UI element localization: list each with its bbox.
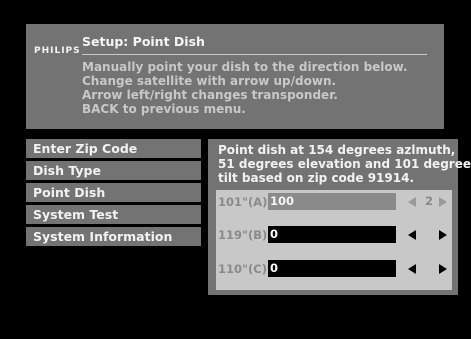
satellite-label: 101"(A) — [218, 195, 268, 209]
instructions: Manually point your dish to the directio… — [82, 60, 432, 116]
right-triangle-icon[interactable] — [439, 197, 447, 207]
satellite-row-b[interactable]: 119"(B) 0 — [216, 226, 452, 244]
left-triangle-icon[interactable] — [408, 197, 416, 207]
satellite-list: 101"(A) 100 2 119"(B) 0 110"(C) 0 — [216, 190, 452, 290]
satellite-label: 110"(C) — [218, 262, 267, 276]
satellite-row-a[interactable]: 101"(A) 100 2 — [216, 193, 452, 211]
instruction-line: Arrow left/right changes transponder. — [82, 88, 338, 102]
menu-item-system-test[interactable]: System Test — [26, 205, 201, 224]
signal-strength-field[interactable]: 100 — [268, 193, 396, 210]
instruction-line: BACK to previous menu. — [82, 102, 246, 116]
setup-menu: Enter Zip Code Dish Type Point Dish Syst… — [26, 139, 201, 249]
tv-screen: PHILIPS Setup: Point Dish Manually point… — [0, 0, 471, 339]
satellite-row-c[interactable]: 110"(C) 0 — [216, 260, 452, 278]
left-triangle-icon[interactable] — [408, 230, 416, 240]
satellite-label: 119"(B) — [218, 228, 268, 242]
description-line: tilt based on zip code 91914. — [218, 171, 415, 185]
description-line: 51 degrees elevation and 101 degrees — [218, 157, 471, 171]
instruction-line: Change satellite with arrow up/down. — [82, 74, 337, 88]
menu-item-dish-type[interactable]: Dish Type — [26, 161, 201, 180]
brand-logo: PHILIPS — [34, 46, 81, 56]
page-title: Setup: Point Dish — [82, 34, 205, 49]
header-panel: PHILIPS Setup: Point Dish Manually point… — [26, 24, 444, 129]
left-triangle-icon[interactable] — [408, 264, 416, 274]
menu-item-enter-zip-code[interactable]: Enter Zip Code — [26, 139, 201, 158]
signal-strength-field[interactable]: 0 — [268, 260, 396, 277]
menu-item-point-dish[interactable]: Point Dish — [26, 183, 201, 202]
point-dish-panel: Point dish at 154 degrees azlmuth, 51 de… — [208, 139, 471, 295]
transponder-number: 2 — [425, 194, 434, 208]
signal-strength-field[interactable]: 0 — [268, 226, 396, 243]
right-triangle-icon[interactable] — [439, 230, 447, 240]
right-triangle-icon[interactable] — [439, 264, 447, 274]
pointing-description: Point dish at 154 degrees azlmuth, 51 de… — [218, 143, 471, 185]
title-divider — [82, 54, 427, 55]
instruction-line: Manually point your dish to the directio… — [82, 60, 408, 74]
description-line: Point dish at 154 degrees azlmuth, — [218, 143, 456, 157]
menu-item-system-information[interactable]: System Information — [26, 227, 201, 246]
